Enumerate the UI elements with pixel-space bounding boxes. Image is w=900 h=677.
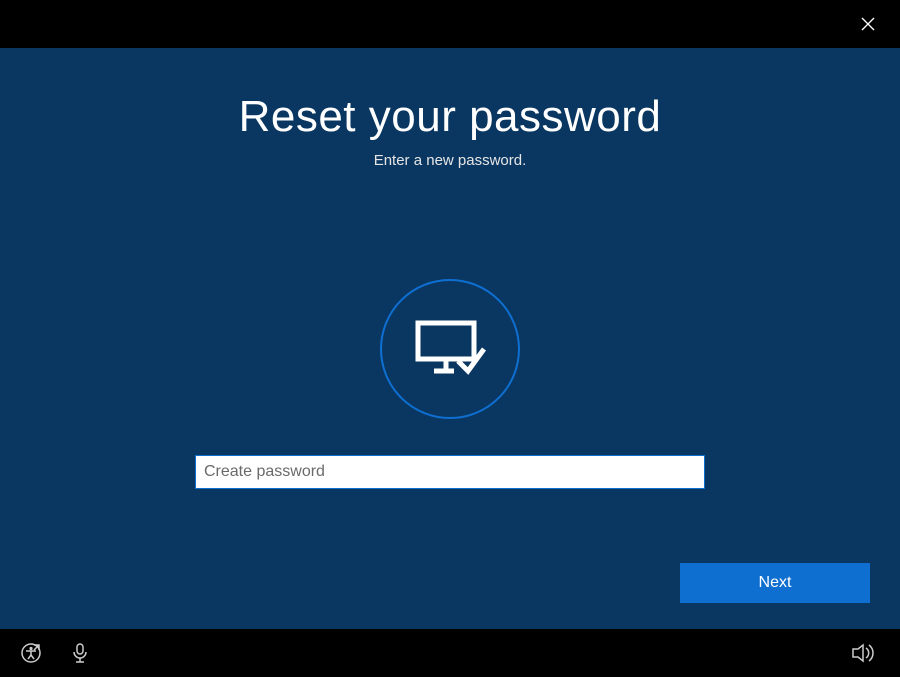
monitor-check-icon [380, 279, 520, 419]
ease-of-access-icon[interactable] [20, 642, 42, 664]
bottom-bar [0, 629, 900, 677]
password-row [195, 455, 705, 489]
microphone-icon[interactable] [70, 642, 90, 664]
password-input[interactable] [195, 455, 705, 489]
page-title: Reset your password [239, 92, 662, 142]
next-button[interactable]: Next [680, 563, 870, 603]
volume-icon[interactable] [852, 643, 876, 663]
main-panel: Reset your password Enter a new password… [0, 48, 900, 629]
close-icon[interactable] [856, 12, 880, 36]
top-bar [0, 0, 900, 48]
page-subtitle: Enter a new password. [374, 152, 527, 169]
